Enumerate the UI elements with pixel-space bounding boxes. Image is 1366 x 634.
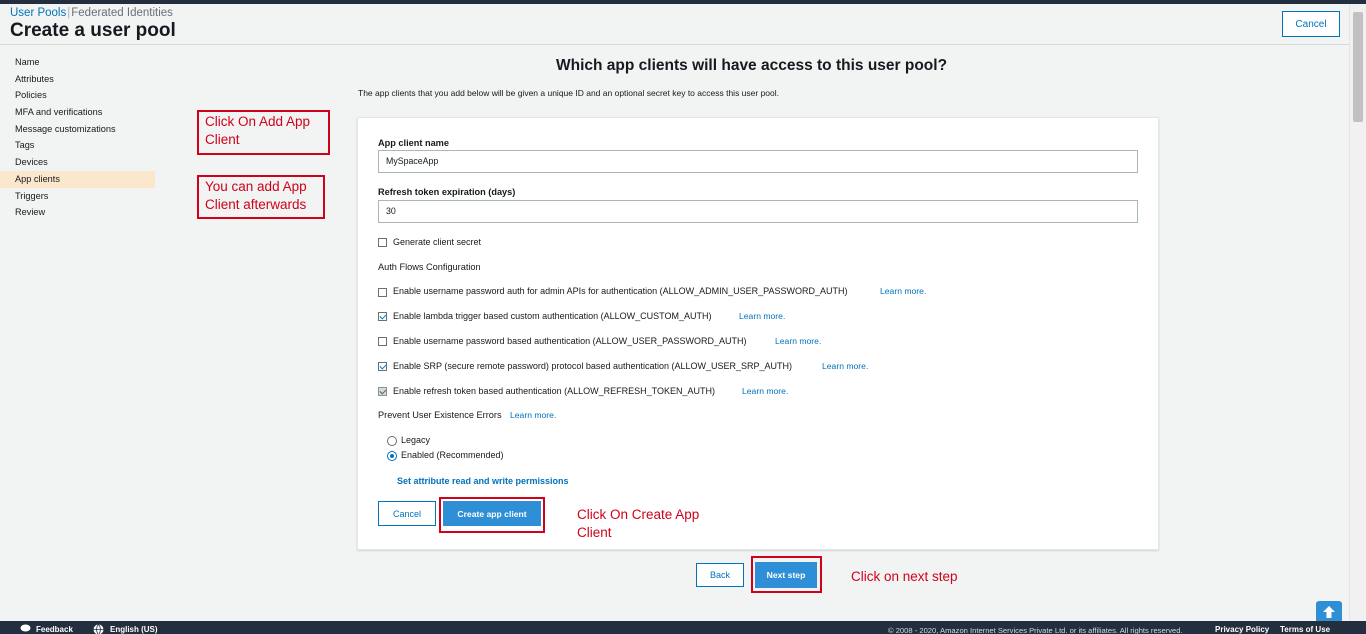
radio-enabled-label: Enabled (Recommended) bbox=[401, 450, 504, 460]
top-border bbox=[0, 0, 1366, 4]
page-title: Create a user pool bbox=[10, 20, 176, 41]
sidebar-item-name[interactable]: Name bbox=[0, 54, 155, 71]
prevent-errors-label: Prevent User Existence Errors bbox=[378, 410, 502, 420]
auth-flow-user-password-label: Enable username password based authentic… bbox=[393, 336, 747, 346]
prevent-errors-learn-more[interactable]: Learn more. bbox=[510, 410, 556, 420]
back-button[interactable]: Back bbox=[696, 563, 744, 587]
annotation-next-step: Click on next step bbox=[851, 569, 958, 584]
sidebar-item-app-clients[interactable]: App clients bbox=[0, 170, 155, 188]
language-selector[interactable]: English (US) bbox=[110, 625, 158, 634]
breadcrumb-user-pools[interactable]: User Pools bbox=[10, 7, 66, 19]
auth-flow-refresh-label: Enable refresh token based authenticatio… bbox=[393, 386, 715, 396]
auth-flow-admin-label: Enable username password auth for admin … bbox=[393, 286, 848, 296]
back-to-top-button[interactable] bbox=[1316, 601, 1342, 623]
sidebar-item-mfa[interactable]: MFA and verifications bbox=[0, 104, 155, 121]
auth-flow-admin-checkbox[interactable] bbox=[378, 288, 387, 297]
sidebar-item-message-customizations[interactable]: Message customizations bbox=[0, 121, 155, 138]
sidebar-item-review[interactable]: Review bbox=[0, 204, 155, 221]
highlight-next-step bbox=[751, 556, 822, 593]
scrollbar[interactable] bbox=[1349, 4, 1366, 621]
auth-flow-custom-learn-more[interactable]: Learn more. bbox=[739, 311, 785, 321]
annotation-add-afterwards: You can add App Client afterwards bbox=[197, 175, 325, 219]
annotation-add-app-client: Click On Add App Client bbox=[197, 110, 330, 155]
app-client-name-label: App client name bbox=[378, 138, 449, 148]
feedback-icon bbox=[20, 624, 31, 634]
globe-icon bbox=[93, 624, 104, 634]
auth-flow-custom-checkbox[interactable] bbox=[378, 312, 387, 321]
highlight-create-app-client bbox=[439, 497, 545, 533]
auth-flow-srp-checkbox[interactable] bbox=[378, 362, 387, 371]
annotation-create-app-client: Click On Create App Client bbox=[577, 507, 700, 540]
form-cancel-button[interactable]: Cancel bbox=[378, 501, 436, 526]
terms-of-use-link[interactable]: Terms of Use bbox=[1280, 625, 1330, 634]
auth-flow-custom-label: Enable lambda trigger based custom authe… bbox=[393, 311, 712, 321]
radio-legacy-label: Legacy bbox=[401, 435, 431, 445]
header-divider bbox=[0, 44, 1349, 45]
sidebar-item-policies[interactable]: Policies bbox=[0, 87, 155, 104]
sidebar-item-triggers[interactable]: Triggers bbox=[0, 188, 155, 205]
auth-flow-user-password-learn-more[interactable]: Learn more. bbox=[775, 336, 821, 346]
sidebar-nav: Name Attributes Policies MFA and verific… bbox=[0, 54, 155, 221]
auth-flow-refresh-checkbox bbox=[378, 387, 387, 396]
radio-legacy[interactable] bbox=[387, 436, 397, 446]
auth-flow-admin-learn-more[interactable]: Learn more. bbox=[880, 286, 926, 296]
auth-flow-srp-label: Enable SRP (secure remote password) prot… bbox=[393, 361, 793, 371]
auth-flows-heading: Auth Flows Configuration bbox=[378, 262, 481, 272]
copyright-text: © 2008 - 2020, Amazon Internet Services … bbox=[888, 626, 1183, 634]
generate-secret-label: Generate client secret bbox=[393, 237, 482, 247]
refresh-token-label: Refresh token expiration (days) bbox=[378, 187, 516, 197]
attribute-permissions-link[interactable]: Set attribute read and write permissions bbox=[397, 476, 569, 486]
radio-enabled[interactable] bbox=[387, 451, 397, 461]
auth-flow-srp-learn-more[interactable]: Learn more. bbox=[822, 361, 868, 371]
auth-flow-user-password-checkbox[interactable] bbox=[378, 337, 387, 346]
feedback-link[interactable]: Feedback bbox=[36, 625, 73, 634]
generate-secret-checkbox[interactable] bbox=[378, 238, 387, 247]
arrow-up-icon bbox=[1323, 606, 1335, 618]
app-client-name-input[interactable]: MySpaceApp bbox=[378, 150, 1138, 173]
sidebar-item-devices[interactable]: Devices bbox=[0, 154, 155, 171]
section-description: The app clients that you add below will … bbox=[358, 88, 780, 98]
sidebar-item-attributes[interactable]: Attributes bbox=[0, 71, 155, 88]
footer: Feedback English (US) © 2008 - 2020, Ama… bbox=[0, 621, 1366, 634]
breadcrumb-federated-identities[interactable]: Federated Identities bbox=[71, 7, 173, 19]
scrollbar-thumb[interactable] bbox=[1353, 12, 1363, 122]
section-title: Which app clients will have access to th… bbox=[556, 57, 948, 74]
auth-flow-refresh-learn-more[interactable]: Learn more. bbox=[742, 386, 788, 396]
breadcrumb: User Pools|Federated Identities bbox=[10, 7, 173, 19]
privacy-policy-link[interactable]: Privacy Policy bbox=[1215, 625, 1269, 634]
header-cancel-button[interactable]: Cancel bbox=[1282, 11, 1340, 37]
sidebar-item-tags[interactable]: Tags bbox=[0, 137, 155, 154]
breadcrumb-separator: | bbox=[67, 7, 71, 19]
refresh-token-input[interactable]: 30 bbox=[378, 200, 1138, 223]
